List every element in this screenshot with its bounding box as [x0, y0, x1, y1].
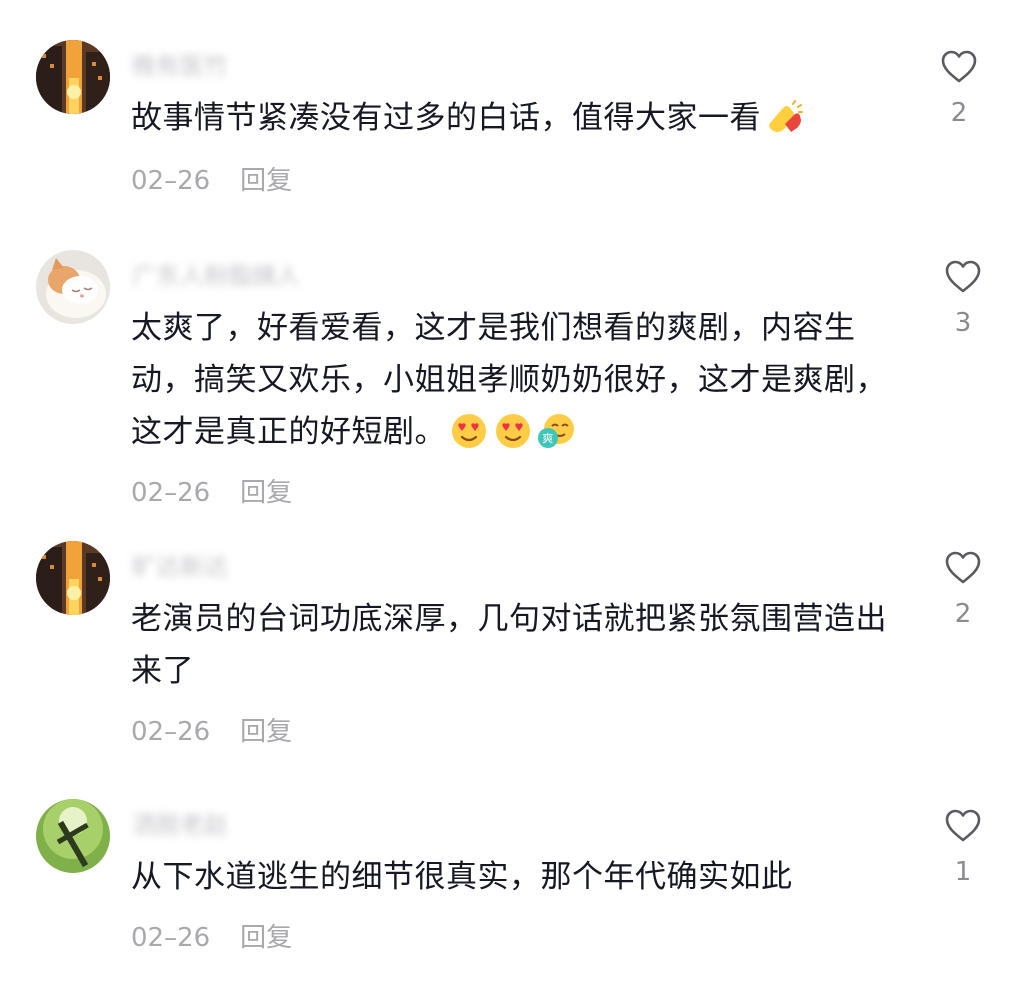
username[interactable]: 晚有医竹 [132, 46, 228, 81]
comment-date: 02–26 [131, 478, 211, 508]
like-count: 2 [950, 98, 968, 128]
clap-emoji-icon [769, 100, 803, 132]
avatar[interactable] [36, 541, 110, 615]
emoji-group: 爽 [448, 412, 580, 466]
heart-eyes-emoji-icon [452, 414, 486, 448]
cat-avatar-icon [36, 250, 110, 324]
like-count: 2 [954, 599, 972, 629]
emoji-group [763, 100, 805, 152]
comment-text: 从下水道逃生的细节很真实，那个年代确实如此 [131, 851, 911, 903]
heart-icon [941, 50, 977, 83]
like-button[interactable]: 2 [933, 551, 993, 629]
like-button[interactable]: 3 [933, 260, 993, 338]
sunset-city-avatar-icon [36, 541, 110, 615]
comment-text-content: 从下水道逃生的细节很真实，那个年代确实如此 [131, 859, 793, 895]
reply-button[interactable]: 回复 [240, 478, 292, 508]
like-count: 1 [954, 857, 972, 887]
comment-date: 02–26 [131, 923, 211, 953]
comment-list: 晚有医竹 故事情节紧凑没有过多的白话，值得大家一看 02–26 回复 2 广东人粉… [0, 0, 1024, 985]
avatar[interactable] [36, 799, 110, 873]
username[interactable]: 广东人粉脂姨人 [132, 256, 300, 291]
reply-button[interactable]: 回复 [240, 166, 292, 196]
username[interactable]: 旷达新达 [132, 547, 228, 582]
shuang-emoji-icon: 爽 [538, 414, 574, 448]
heart-icon [945, 551, 981, 584]
like-button[interactable]: 2 [929, 50, 989, 128]
comment-date: 02–26 [131, 717, 211, 747]
green-cross-avatar-icon [36, 799, 110, 873]
comment-meta: 02–26 回复 [131, 917, 292, 954]
comment-text-content: 老演员的台词功底深厚，几句对话就把紧张氛围营造出来了 [131, 601, 887, 689]
comment-text: 故事情节紧凑没有过多的白话，值得大家一看 [131, 92, 911, 152]
like-count: 3 [954, 308, 972, 338]
heart-icon [945, 809, 981, 842]
comment-date: 02–26 [131, 166, 211, 196]
avatar[interactable] [36, 40, 110, 114]
sunset-city-avatar-icon [36, 40, 110, 114]
avatar[interactable] [36, 250, 110, 324]
comment-meta: 02–26 回复 [131, 472, 292, 509]
reply-button[interactable]: 回复 [240, 923, 292, 953]
comment-text: 老演员的台词功底深厚，几句对话就把紧张氛围营造出来了 [131, 593, 911, 697]
like-button[interactable]: 1 [933, 809, 993, 887]
heart-eyes-emoji-icon [496, 414, 530, 448]
comment-text-content: 故事情节紧凑没有过多的白话，值得大家一看 [131, 100, 761, 136]
username[interactable]: 洒脱老赵 [132, 805, 228, 840]
comment-text: 太爽了，好看爱看，这才是我们想看的爽剧，内容生动，搞笑又欢乐，小姐姐孝顺奶奶很好… [131, 302, 911, 466]
svg-text:爽: 爽 [542, 432, 554, 445]
reply-button[interactable]: 回复 [240, 717, 292, 747]
comment-meta: 02–26 回复 [131, 711, 292, 748]
comment-meta: 02–26 回复 [131, 160, 292, 197]
heart-icon [945, 260, 981, 293]
